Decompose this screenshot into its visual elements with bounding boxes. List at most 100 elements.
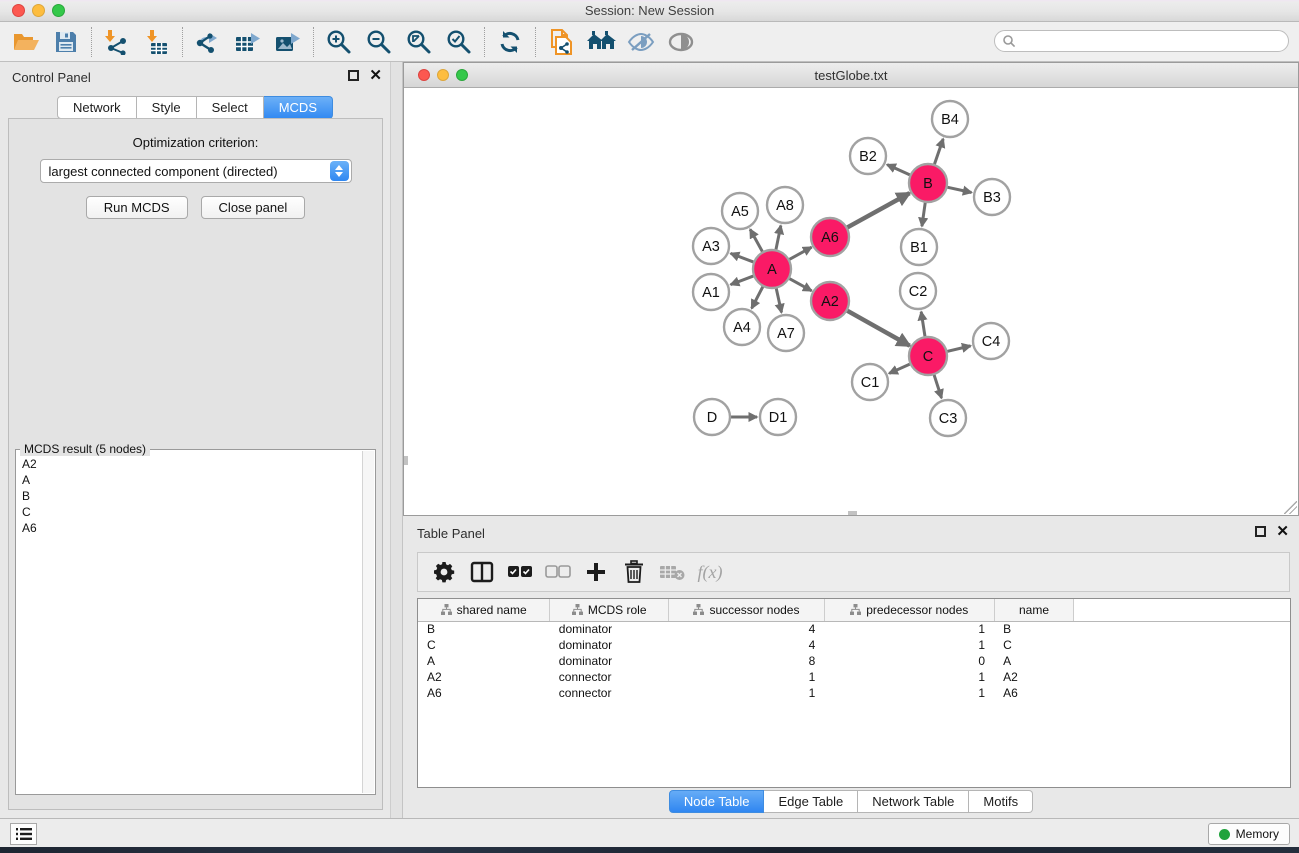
search-input[interactable] xyxy=(1020,34,1288,48)
network-graph[interactable]: AA1A2A3A4A5A6A7A8BB1B2B3B4CC1C2C3C4DD1 xyxy=(404,88,1298,515)
table-row[interactable]: A6connector11A6 xyxy=(418,685,1290,701)
cell-MCDS-role[interactable]: dominator xyxy=(550,621,669,637)
cell-shared-name[interactable]: C xyxy=(418,637,550,653)
edge-B-B1[interactable] xyxy=(922,202,925,226)
edge-A-A7[interactable] xyxy=(776,288,781,313)
cell-shared-name[interactable]: A xyxy=(418,653,550,669)
deselect-all-columns-icon[interactable] xyxy=(544,557,572,587)
float-table-panel-icon[interactable] xyxy=(1255,526,1266,537)
cell-name[interactable]: A6 xyxy=(994,685,1074,701)
tab-motifs[interactable]: Motifs xyxy=(969,790,1033,813)
tab-select[interactable]: Select xyxy=(197,96,264,119)
table-row[interactable]: A2connector11A2 xyxy=(418,669,1290,685)
table-row[interactable]: Cdominator41C xyxy=(418,637,1290,653)
close-panel-icon[interactable]: ✕ xyxy=(369,70,382,81)
cell-predecessor-nodes[interactable]: 1 xyxy=(824,621,994,637)
settings-gear-icon[interactable] xyxy=(430,557,458,587)
close-panel-button[interactable]: Close panel xyxy=(201,196,306,219)
edge-B-B3[interactable] xyxy=(947,187,972,192)
table-row[interactable]: Adominator80A xyxy=(418,653,1290,669)
column-view-icon[interactable] xyxy=(468,557,496,587)
export-table-icon[interactable] xyxy=(228,25,268,59)
network-window-titlebar[interactable]: testGlobe.txt xyxy=(404,63,1298,88)
result-list-scrollbar[interactable] xyxy=(362,451,374,793)
cell-shared-name[interactable]: A6 xyxy=(418,685,550,701)
tab-node-table[interactable]: Node Table xyxy=(669,790,765,813)
edge-B-B2[interactable] xyxy=(887,165,911,176)
cell-MCDS-role[interactable]: dominator xyxy=(550,637,669,653)
import-network-icon[interactable] xyxy=(97,25,137,59)
run-mcds-button[interactable]: Run MCDS xyxy=(86,196,188,219)
edge-C-C2[interactable] xyxy=(921,312,925,337)
export-network-icon[interactable] xyxy=(188,25,228,59)
tab-network-table[interactable]: Network Table xyxy=(858,790,969,813)
save-session-icon[interactable] xyxy=(46,25,86,59)
edge-A-A1[interactable] xyxy=(731,276,755,285)
cell-shared-name[interactable]: A2 xyxy=(418,669,550,685)
column-header-shared-name[interactable]: shared name xyxy=(418,599,550,621)
cell-successor-nodes[interactable]: 4 xyxy=(669,637,825,653)
frame-edge-handle[interactable] xyxy=(848,511,857,515)
resize-grip-icon[interactable] xyxy=(1284,501,1297,514)
criterion-select[interactable]: largest connected component (directed) xyxy=(40,159,352,183)
edge-A-A2[interactable] xyxy=(789,278,812,291)
tab-mcds[interactable]: MCDS xyxy=(264,96,333,119)
select-all-columns-icon[interactable] xyxy=(506,557,534,587)
cell-MCDS-role[interactable]: dominator xyxy=(550,653,669,669)
edge-C-C4[interactable] xyxy=(946,346,970,352)
cell-MCDS-role[interactable]: connector xyxy=(550,685,669,701)
cell-successor-nodes[interactable]: 4 xyxy=(669,621,825,637)
float-panel-icon[interactable] xyxy=(348,70,359,81)
cell-name[interactable]: A xyxy=(994,653,1074,669)
hide-panels-eye-icon[interactable] xyxy=(621,25,661,59)
edge-A-A8[interactable] xyxy=(776,226,781,251)
edge-A-A4[interactable] xyxy=(752,286,764,308)
memory-button[interactable]: Memory xyxy=(1208,823,1290,845)
cell-successor-nodes[interactable]: 8 xyxy=(669,653,825,669)
cell-name[interactable]: B xyxy=(994,621,1074,637)
node-table[interactable]: shared nameMCDS rolesuccessor nodesprede… xyxy=(417,598,1291,788)
mcds-result-item[interactable]: B xyxy=(17,488,362,504)
delete-column-trash-icon[interactable] xyxy=(620,557,648,587)
show-panels-eye-icon[interactable] xyxy=(661,25,701,59)
edge-A6-B[interactable] xyxy=(847,193,910,228)
import-table-icon[interactable] xyxy=(137,25,177,59)
add-column-icon[interactable] xyxy=(582,557,610,587)
edge-A-A5[interactable] xyxy=(750,229,763,252)
network-canvas[interactable]: AA1A2A3A4A5A6A7A8BB1B2B3B4CC1C2C3C4DD1 xyxy=(404,88,1298,515)
edge-A2-C[interactable] xyxy=(847,310,910,345)
mcds-result-item[interactable]: C xyxy=(17,504,362,520)
cell-successor-nodes[interactable]: 1 xyxy=(669,685,825,701)
mcds-result-item[interactable]: A2 xyxy=(17,456,362,472)
tab-network[interactable]: Network xyxy=(57,96,137,119)
frame-edge-handle[interactable] xyxy=(404,456,408,465)
cell-name[interactable]: C xyxy=(994,637,1074,653)
zoom-fit-icon[interactable] xyxy=(399,25,439,59)
column-header-name[interactable]: name xyxy=(994,599,1074,621)
search-field[interactable] xyxy=(994,30,1289,52)
cell-predecessor-nodes[interactable]: 1 xyxy=(824,685,994,701)
edge-A-A3[interactable] xyxy=(731,253,755,262)
cell-successor-nodes[interactable]: 1 xyxy=(669,669,825,685)
cell-name[interactable]: A2 xyxy=(994,669,1074,685)
edge-C-C3[interactable] xyxy=(934,374,942,398)
cell-predecessor-nodes[interactable]: 1 xyxy=(824,637,994,653)
column-header-successor-nodes[interactable]: successor nodes xyxy=(669,599,825,621)
edge-B-B4[interactable] xyxy=(934,139,943,165)
edge-A-A6[interactable] xyxy=(789,247,812,260)
zoom-in-icon[interactable] xyxy=(319,25,359,59)
table-row[interactable]: Bdominator41B xyxy=(418,621,1290,637)
column-header-MCDS-role[interactable]: MCDS role xyxy=(550,599,669,621)
task-history-button[interactable] xyxy=(10,823,37,845)
tab-edge-table[interactable]: Edge Table xyxy=(764,790,858,813)
tab-style[interactable]: Style xyxy=(137,96,197,119)
zoom-selected-icon[interactable] xyxy=(439,25,479,59)
mcds-result-item[interactable]: A xyxy=(17,472,362,488)
column-header-predecessor-nodes[interactable]: predecessor nodes xyxy=(824,599,994,621)
zoom-out-icon[interactable] xyxy=(359,25,399,59)
export-image-icon[interactable] xyxy=(268,25,308,59)
edge-C-C1[interactable] xyxy=(889,364,910,374)
open-session-icon[interactable] xyxy=(6,25,46,59)
refresh-icon[interactable] xyxy=(490,25,530,59)
cell-MCDS-role[interactable]: connector xyxy=(550,669,669,685)
